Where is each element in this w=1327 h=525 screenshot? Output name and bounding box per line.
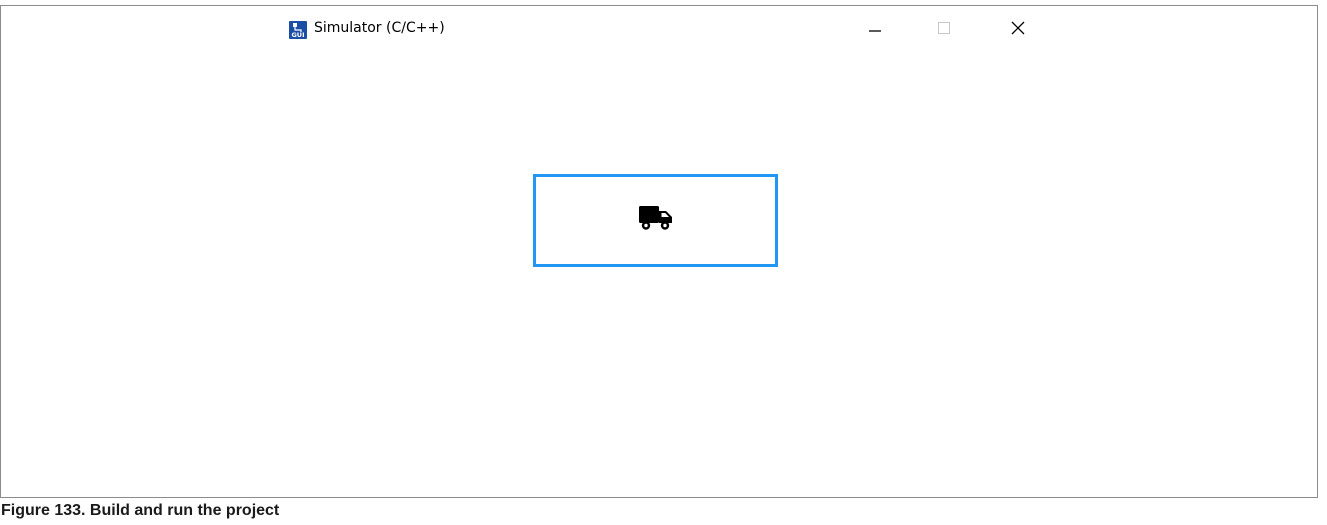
page: GUI Simulator (C/C++) Figure 133. Build …	[0, 0, 1327, 525]
truck-icon	[638, 203, 674, 238]
gui-app-icon: GUI	[289, 21, 307, 39]
close-icon	[1010, 20, 1026, 41]
minimize-button[interactable]	[852, 14, 898, 46]
close-button[interactable]	[995, 14, 1041, 46]
figure-caption: Figure 133. Build and run the project	[1, 502, 280, 519]
maximize-button[interactable]	[921, 14, 967, 46]
title-bar[interactable]: GUI Simulator (C/C++)	[1, 6, 1317, 54]
window-title: Simulator (C/C++)	[314, 20, 445, 36]
simulator-window: GUI Simulator (C/C++)	[0, 5, 1318, 498]
minimize-icon	[868, 21, 882, 40]
maximize-icon	[937, 21, 951, 40]
truck-button[interactable]	[533, 174, 778, 267]
client-area	[1, 54, 1317, 497]
svg-text:GUI: GUI	[291, 31, 304, 39]
